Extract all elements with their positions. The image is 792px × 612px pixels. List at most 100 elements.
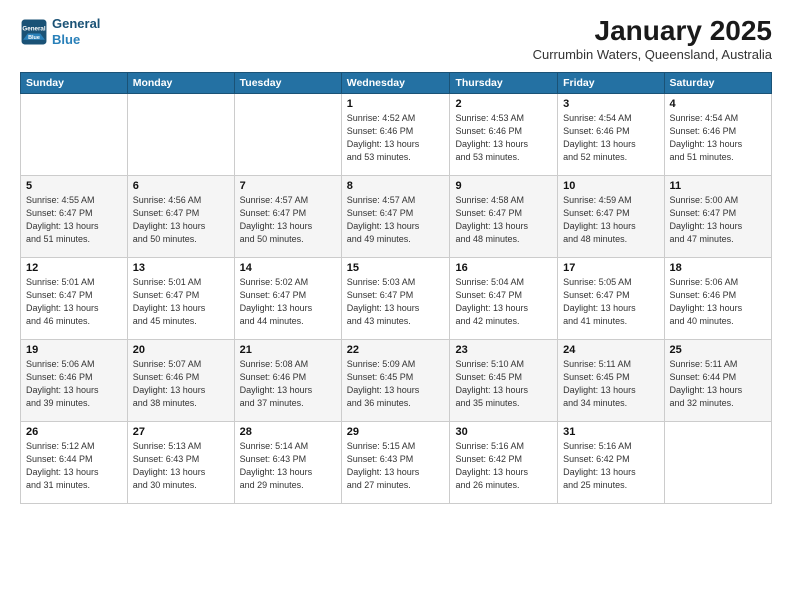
day-info: Sunrise: 5:08 AMSunset: 6:46 PMDaylight:… (240, 358, 336, 410)
month-title: January 2025 (533, 16, 772, 47)
day-number: 29 (347, 426, 445, 438)
calendar-cell (234, 93, 341, 175)
calendar-cell: 21 Sunrise: 5:08 AMSunset: 6:46 PMDayligh… (234, 339, 341, 421)
calendar-cell: 2Sunrise: 4:53 AMSunset: 6:46 PMDaylight… (450, 93, 558, 175)
calendar-cell: 8Sunrise: 4:57 AMSunset: 6:47 PMDaylight… (341, 175, 450, 257)
day-info: Sunrise: 4:54 AMSunset: 6:46 PMDaylight:… (563, 112, 658, 164)
day-info: Sunrise: 4:57 AMSunset: 6:47 PMDaylight:… (240, 194, 336, 246)
calendar-week-row: 26 Sunrise: 5:12 AMSunset: 6:44 PMDayligh… (21, 421, 772, 503)
day-info: Sunrise: 5:14 AMSunset: 6:43 PMDaylight:… (240, 440, 336, 492)
calendar-cell: 20Sunrise: 5:07 AMSunset: 6:46 PMDayligh… (127, 339, 234, 421)
calendar-cell: 17Sunrise: 5:05 AMSunset: 6:47 PMDayligh… (558, 257, 664, 339)
calendar-week-row: 1 Sunrise: 4:52 AMSunset: 6:46 PMDaylight… (21, 93, 772, 175)
calendar-body: 1 Sunrise: 4:52 AMSunset: 6:46 PMDaylight… (21, 93, 772, 503)
weekday-header: Sunday (21, 72, 128, 93)
day-number: 18 (670, 262, 766, 274)
day-info: Sunrise: 5:13 AMSunset: 6:43 PMDaylight:… (133, 440, 229, 492)
calendar-cell: 10Sunrise: 4:59 AMSunset: 6:47 PMDayligh… (558, 175, 664, 257)
day-info: Sunrise: 5:15 AMSunset: 6:43 PMDaylight:… (347, 440, 445, 492)
day-number: 6 (133, 180, 229, 192)
day-info: Sunrise: 4:56 AMSunset: 6:47 PMDaylight:… (133, 194, 229, 246)
day-number: 1 (347, 98, 445, 110)
day-info: Sunrise: 5:09 AMSunset: 6:45 PMDaylight:… (347, 358, 445, 410)
day-number: 17 (563, 262, 658, 274)
weekday-header: Thursday (450, 72, 558, 93)
day-number: 23 (455, 344, 552, 356)
calendar-cell: 3Sunrise: 4:54 AMSunset: 6:46 PMDaylight… (558, 93, 664, 175)
calendar-header: SundayMondayTuesdayWednesdayThursdayFrid… (21, 72, 772, 93)
day-info: Sunrise: 4:53 AMSunset: 6:46 PMDaylight:… (455, 112, 552, 164)
calendar-cell: 24 Sunrise: 5:11 AMSunset: 6:45 PMDayligh… (558, 339, 664, 421)
calendar-cell: 19 Sunrise: 5:06 AMSunset: 6:46 PMDayligh… (21, 339, 128, 421)
calendar-cell: 13 Sunrise: 5:01 AMSunset: 6:47 PMDayligh… (127, 257, 234, 339)
day-number: 28 (240, 426, 336, 438)
calendar-cell: 28 Sunrise: 5:14 AMSunset: 6:43 PMDayligh… (234, 421, 341, 503)
svg-text:Blue: Blue (28, 35, 40, 41)
calendar-cell (664, 421, 771, 503)
day-number: 24 (563, 344, 658, 356)
day-number: 31 (563, 426, 658, 438)
calendar-cell: 27 Sunrise: 5:13 AMSunset: 6:43 PMDayligh… (127, 421, 234, 503)
weekday-header: Friday (558, 72, 664, 93)
calendar-cell: 7 Sunrise: 4:57 AMSunset: 6:47 PMDaylight… (234, 175, 341, 257)
day-number: 26 (26, 426, 122, 438)
day-number: 9 (455, 180, 552, 192)
header: General Blue General Blue January 2025 C… (20, 16, 772, 62)
day-number: 7 (240, 180, 336, 192)
weekday-row: SundayMondayTuesdayWednesdayThursdayFrid… (21, 72, 772, 93)
day-info: Sunrise: 5:03 AMSunset: 6:47 PMDaylight:… (347, 276, 445, 328)
weekday-header: Tuesday (234, 72, 341, 93)
calendar-cell (21, 93, 128, 175)
calendar-cell: 18 Sunrise: 5:06 AMSunset: 6:46 PMDayligh… (664, 257, 771, 339)
day-number: 4 (670, 98, 766, 110)
day-number: 5 (26, 180, 122, 192)
calendar-cell: 22 Sunrise: 5:09 AMSunset: 6:45 PMDayligh… (341, 339, 450, 421)
day-info: Sunrise: 4:55 AMSunset: 6:47 PMDaylight:… (26, 194, 122, 246)
day-info: Sunrise: 5:01 AMSunset: 6:47 PMDaylight:… (133, 276, 229, 328)
day-number: 13 (133, 262, 229, 274)
day-info: Sunrise: 5:11 AMSunset: 6:44 PMDaylight:… (670, 358, 766, 410)
day-info: Sunrise: 5:00 AMSunset: 6:47 PMDaylight:… (670, 194, 766, 246)
calendar-cell: 23Sunrise: 5:10 AMSunset: 6:45 PMDayligh… (450, 339, 558, 421)
calendar-cell: 30Sunrise: 5:16 AMSunset: 6:42 PMDayligh… (450, 421, 558, 503)
calendar-cell: 12Sunrise: 5:01 AMSunset: 6:47 PMDayligh… (21, 257, 128, 339)
day-number: 21 (240, 344, 336, 356)
calendar-week-row: 5 Sunrise: 4:55 AMSunset: 6:47 PMDaylight… (21, 175, 772, 257)
day-info: Sunrise: 5:11 AMSunset: 6:45 PMDaylight:… (563, 358, 658, 410)
logo-icon: General Blue (20, 18, 48, 46)
day-info: Sunrise: 4:59 AMSunset: 6:47 PMDaylight:… (563, 194, 658, 246)
day-number: 19 (26, 344, 122, 356)
weekday-header: Monday (127, 72, 234, 93)
calendar-week-row: 12Sunrise: 5:01 AMSunset: 6:47 PMDayligh… (21, 257, 772, 339)
logo-text: General Blue (52, 16, 100, 47)
calendar-cell: 14Sunrise: 5:02 AMSunset: 6:47 PMDayligh… (234, 257, 341, 339)
calendar-cell (127, 93, 234, 175)
calendar-cell: 9 Sunrise: 4:58 AMSunset: 6:47 PMDaylight… (450, 175, 558, 257)
day-number: 22 (347, 344, 445, 356)
calendar-cell: 29 Sunrise: 5:15 AMSunset: 6:43 PMDayligh… (341, 421, 450, 503)
day-number: 25 (670, 344, 766, 356)
day-info: Sunrise: 5:07 AMSunset: 6:46 PMDaylight:… (133, 358, 229, 410)
day-number: 30 (455, 426, 552, 438)
calendar-cell: 16Sunrise: 5:04 AMSunset: 6:47 PMDayligh… (450, 257, 558, 339)
day-info: Sunrise: 5:16 AMSunset: 6:42 PMDaylight:… (563, 440, 658, 492)
location-title: Currumbin Waters, Queensland, Australia (533, 47, 772, 62)
day-info: Sunrise: 4:54 AMSunset: 6:46 PMDaylight:… (670, 112, 766, 164)
calendar-cell: 11 Sunrise: 5:00 AMSunset: 6:47 PMDayligh… (664, 175, 771, 257)
weekday-header: Wednesday (341, 72, 450, 93)
day-info: Sunrise: 5:06 AMSunset: 6:46 PMDaylight:… (670, 276, 766, 328)
day-info: Sunrise: 5:06 AMSunset: 6:46 PMDaylight:… (26, 358, 122, 410)
day-info: Sunrise: 4:52 AMSunset: 6:46 PMDaylight:… (347, 112, 445, 164)
day-info: Sunrise: 5:12 AMSunset: 6:44 PMDaylight:… (26, 440, 122, 492)
day-number: 8 (347, 180, 445, 192)
day-info: Sunrise: 5:04 AMSunset: 6:47 PMDaylight:… (455, 276, 552, 328)
calendar-page: General Blue General Blue January 2025 C… (0, 0, 792, 612)
day-info: Sunrise: 4:58 AMSunset: 6:47 PMDaylight:… (455, 194, 552, 246)
calendar-week-row: 19 Sunrise: 5:06 AMSunset: 6:46 PMDayligh… (21, 339, 772, 421)
title-block: January 2025 Currumbin Waters, Queenslan… (533, 16, 772, 62)
day-number: 27 (133, 426, 229, 438)
day-number: 15 (347, 262, 445, 274)
calendar-cell: 6 Sunrise: 4:56 AMSunset: 6:47 PMDaylight… (127, 175, 234, 257)
day-number: 11 (670, 180, 766, 192)
calendar-cell: 25 Sunrise: 5:11 AMSunset: 6:44 PMDayligh… (664, 339, 771, 421)
